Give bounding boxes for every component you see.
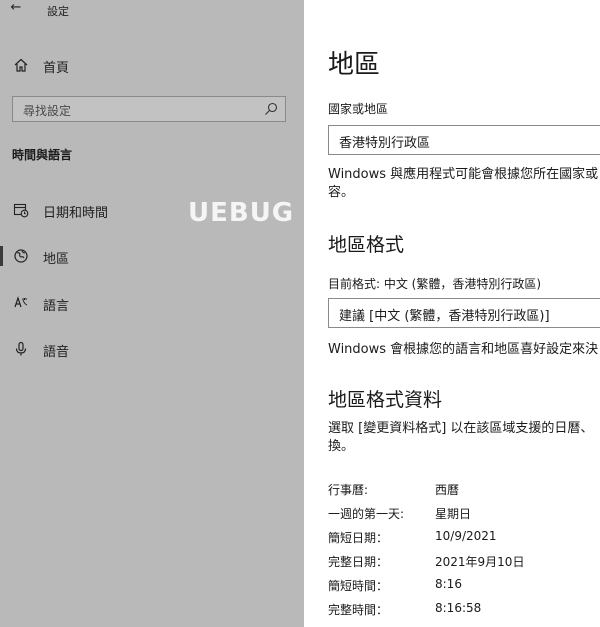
- format-value: 8:16: [435, 577, 462, 591]
- sidebar-item-home[interactable]: 首頁: [0, 50, 304, 80]
- sidebar-item-speech[interactable]: 語音: [0, 333, 304, 365]
- format-key: 一週的第一天:: [328, 507, 405, 521]
- region-format-value: 建議 [中文 (繁體，香港特別行政區)]: [339, 309, 550, 324]
- format-key: 完整日期：: [328, 555, 389, 569]
- format-row-short-time: 簡短時間： 8:16: [328, 577, 600, 597]
- sidebar-item-region[interactable]: 地區: [0, 240, 304, 272]
- sidebar-item-label: 首頁: [43, 61, 70, 76]
- country-description: Windows 與應用程式可能會根據您所在國家或 容。: [328, 166, 600, 202]
- format-value: 星期日: [435, 507, 472, 521]
- format-key: 行事曆:: [328, 483, 369, 497]
- country-select[interactable]: 香港特別行政區: [328, 125, 600, 155]
- window-title: 設定: [47, 5, 69, 18]
- region-format-select[interactable]: 建議 [中文 (繁體，香港特別行政區)]: [328, 298, 600, 328]
- description-line: Windows 與應用程式可能會根據您所在國家或: [328, 167, 599, 182]
- format-row-short-date: 簡短日期： 10/9/2021: [328, 529, 600, 549]
- format-value: 10/9/2021: [435, 529, 497, 543]
- country-value: 香港特別行政區: [339, 136, 431, 151]
- title-bar: ← 設定: [0, 0, 304, 30]
- current-format-label: 目前格式: 中文 (繁體，香港特別行政區): [328, 277, 542, 291]
- page-title: 地區: [328, 50, 381, 80]
- section-title: 時間與語言: [12, 148, 73, 162]
- description-line: 容。: [328, 185, 355, 200]
- format-row-long-time: 完整時間： 8:16:58: [328, 601, 600, 621]
- language-icon: [12, 294, 30, 312]
- microphone-icon: [12, 340, 30, 358]
- search-input[interactable]: 尋找設定: [12, 96, 286, 122]
- home-icon: [12, 56, 30, 74]
- globe-icon: [12, 247, 30, 265]
- main-content: 地區 國家或地區 香港特別行政區 Windows 與應用程式可能會根據您所在國家…: [304, 0, 600, 627]
- country-label: 國家或地區: [328, 102, 389, 116]
- description-line: 換。: [328, 439, 355, 454]
- sidebar-item-label: 語言: [43, 299, 70, 314]
- sidebar-item-language[interactable]: 語言: [0, 287, 304, 319]
- format-row-long-date: 完整日期： 2021年9月10日: [328, 553, 600, 573]
- search-icon[interactable]: [263, 101, 279, 117]
- selection-indicator: [0, 246, 3, 266]
- format-data-description: 選取 [變更資料格式] 以在該區域支援的日曆、 換。: [328, 420, 600, 456]
- format-data-title: 地區格式資料: [328, 389, 443, 411]
- format-key: 完整時間：: [328, 603, 389, 617]
- format-row-calendar: 行事曆: 西曆: [328, 481, 600, 501]
- sidebar-item-label: 日期和時間: [43, 206, 109, 221]
- sidebar: ← 設定 首頁 尋找設定 時間與語言 日期和時間 地區 語言 語音 UEBUG: [0, 0, 304, 627]
- sidebar-item-date-time[interactable]: 日期和時間: [0, 194, 304, 226]
- format-key: 簡短時間：: [328, 579, 389, 593]
- format-description: Windows 會根據您的語言和地區喜好設定來決: [328, 342, 599, 357]
- format-value: 2021年9月10日: [435, 555, 525, 569]
- description-line: 選取 [變更資料格式] 以在該區域支援的日曆、: [328, 421, 594, 436]
- format-value: 西曆: [435, 483, 460, 497]
- search-placeholder: 尋找設定: [23, 104, 72, 118]
- format-key: 簡短日期：: [328, 531, 389, 545]
- format-section-title: 地區格式: [328, 234, 405, 256]
- format-value: 8:16:58: [435, 601, 482, 615]
- format-row-first-day: 一週的第一天: 星期日: [328, 505, 600, 525]
- calendar-clock-icon: [12, 201, 30, 219]
- sidebar-item-label: 語音: [43, 345, 70, 360]
- back-button[interactable]: ←: [8, 0, 24, 16]
- sidebar-item-label: 地區: [43, 252, 70, 267]
